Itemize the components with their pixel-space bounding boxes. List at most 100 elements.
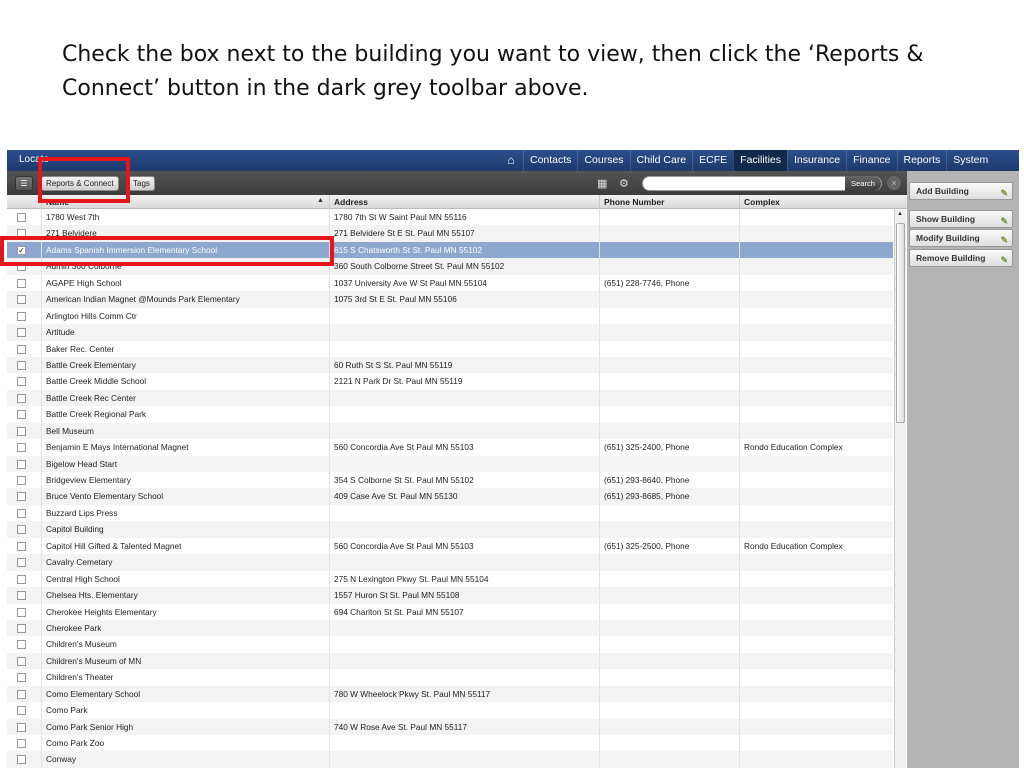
- table-row[interactable]: Como Park Senior High 740 W Rose Ave St. …: [7, 718, 893, 735]
- table-row[interactable]: Baker Rec. Center: [7, 340, 893, 357]
- row-checkbox[interactable]: [17, 591, 26, 601]
- table-row[interactable]: Cherokee Heights Elementary 694 Charlton …: [7, 603, 893, 620]
- vertical-scrollbar[interactable]: ▲: [894, 209, 906, 768]
- tags-button[interactable]: Tags: [128, 176, 155, 191]
- row-checkbox[interactable]: [17, 492, 26, 502]
- row-checkbox[interactable]: [17, 755, 26, 765]
- table-row[interactable]: Children's Museum of MN: [7, 652, 893, 670]
- menu-icon[interactable]: ☰: [15, 176, 33, 191]
- table-row[interactable]: 1780 West 7th 1780 7th St W Saint Paul MN…: [7, 209, 893, 226]
- cell-phone: [599, 373, 739, 390]
- modify-building-button[interactable]: Modify Building ✎: [909, 229, 1013, 247]
- row-checkbox[interactable]: [17, 574, 26, 584]
- table-row[interactable]: Como Park: [7, 702, 893, 719]
- cell-address: 694 Charlton St St. Paul MN 55107: [329, 603, 599, 620]
- column-phone[interactable]: Phone Number: [599, 195, 739, 209]
- row-checkbox[interactable]: [17, 656, 26, 666]
- row-checkbox[interactable]: [17, 311, 26, 321]
- nav-child-care[interactable]: Child Care: [629, 150, 693, 171]
- table-row[interactable]: American Indian Magnet @Mounds Park Elem…: [7, 291, 893, 308]
- add-building-button[interactable]: Add Building ✎: [909, 182, 1013, 200]
- table-row[interactable]: Chelsea Hts. Elementary 1557 Huron St St.…: [7, 587, 893, 604]
- search-input[interactable]: Search: [642, 176, 882, 191]
- cell-complex: [739, 669, 893, 686]
- row-checkbox[interactable]: [17, 640, 26, 650]
- table-row[interactable]: Bridgeview Elementary 354 S Colborne St S…: [7, 472, 893, 489]
- row-checkbox[interactable]: [17, 295, 26, 305]
- select-all-header[interactable]: [7, 195, 41, 209]
- table-row[interactable]: Artitude: [7, 324, 893, 341]
- scroll-up-icon[interactable]: ▲: [897, 211, 903, 217]
- table-row[interactable]: Conway: [7, 751, 893, 768]
- cell-complex: [739, 291, 893, 308]
- row-checkbox[interactable]: [17, 410, 26, 420]
- scrollbar-thumb[interactable]: [896, 223, 905, 423]
- column-complex[interactable]: Complex: [739, 195, 907, 209]
- cell-address: 2121 N Park Dr St. Paul MN 55119: [329, 373, 599, 390]
- row-checkbox[interactable]: [17, 508, 26, 518]
- row-checkbox[interactable]: [17, 459, 26, 469]
- nav-ecfe[interactable]: ECFE: [692, 150, 733, 171]
- row-checkbox[interactable]: [17, 558, 26, 568]
- column-address[interactable]: Address: [329, 195, 599, 209]
- table-row[interactable]: Battle Creek Elementary 60 Ruth St S St. …: [7, 356, 893, 374]
- table-row[interactable]: Capitol Hill Gifted & Talented Magnet 560…: [7, 537, 893, 555]
- row-checkbox[interactable]: [17, 443, 26, 453]
- home-icon[interactable]: ⌂: [501, 153, 521, 167]
- table-row[interactable]: Arlington Hills Comm Ctr: [7, 307, 893, 325]
- cell-complex: [739, 570, 893, 588]
- table-row[interactable]: Central High School 275 N Lexington Pkwy …: [7, 570, 893, 588]
- show-building-button[interactable]: Show Building ✎: [909, 210, 1013, 228]
- table-row[interactable]: Bigelow Head Start: [7, 455, 893, 472]
- columns-icon[interactable]: ▦: [597, 177, 607, 190]
- row-checkbox[interactable]: [17, 689, 26, 699]
- table-row[interactable]: Buzzard Lips Press: [7, 504, 893, 522]
- table-row[interactable]: AGAPE High School 1037 University Ave W S…: [7, 274, 893, 292]
- row-checkbox[interactable]: [17, 377, 26, 387]
- remove-building-button[interactable]: Remove Building ✎: [909, 249, 1013, 267]
- cell-phone: [599, 619, 739, 637]
- table-row[interactable]: Cavalry Cemetary: [7, 554, 893, 571]
- row-checkbox[interactable]: [17, 739, 26, 748]
- nav-system[interactable]: System: [946, 150, 994, 171]
- nav-courses[interactable]: Courses: [577, 150, 629, 171]
- nav-finance[interactable]: Finance: [846, 150, 896, 171]
- table-row[interactable]: Battle Creek Regional Park: [7, 406, 893, 423]
- row-checkbox[interactable]: [17, 213, 26, 222]
- table-row[interactable]: Cherokee Park: [7, 619, 893, 637]
- table-row[interactable]: Bell Museum: [7, 422, 893, 440]
- gear-icon[interactable]: ⚙: [619, 177, 629, 190]
- table-row[interactable]: Como Elementary School 780 W Wheelock Pkw…: [7, 685, 893, 703]
- row-checkbox[interactable]: [17, 278, 26, 288]
- nav-insurance[interactable]: Insurance: [787, 150, 846, 171]
- row-checkbox[interactable]: [17, 541, 26, 551]
- clear-icon[interactable]: ×: [887, 176, 901, 190]
- nav-reports[interactable]: Reports: [896, 150, 947, 171]
- row-checkbox[interactable]: [17, 525, 26, 535]
- row-checkbox[interactable]: [17, 426, 26, 436]
- table-row[interactable]: Battle Creek Middle School 2121 N Park Dr…: [7, 373, 893, 390]
- search-button[interactable]: Search: [845, 176, 881, 191]
- cell-complex: [739, 702, 893, 719]
- table-row[interactable]: Benjamin E Mays International Magnet 560 …: [7, 439, 893, 456]
- row-checkbox[interactable]: [17, 476, 26, 485]
- table-row[interactable]: Bruce Vento Elementary School 409 Case Av…: [7, 488, 893, 505]
- row-checkbox[interactable]: [17, 393, 26, 403]
- table-row[interactable]: Como Park Zoo: [7, 735, 893, 752]
- row-checkbox[interactable]: [17, 607, 26, 617]
- table-row[interactable]: Battle Creek Rec Center: [7, 389, 893, 407]
- row-checkbox[interactable]: [17, 360, 26, 370]
- table-row[interactable]: Children's Theater: [7, 669, 893, 686]
- row-checkbox[interactable]: [17, 623, 26, 633]
- nav-facilities[interactable]: Facilities: [733, 150, 788, 171]
- row-checkbox[interactable]: [17, 673, 26, 683]
- row-checkbox[interactable]: [17, 344, 26, 354]
- cell-phone: [599, 587, 739, 604]
- row-checkbox[interactable]: [17, 328, 26, 338]
- row-checkbox[interactable]: [17, 706, 26, 716]
- table-row[interactable]: Children's Museum: [7, 636, 893, 653]
- toolbar: ☰ Reports & Connect Tags ▦ ⚙ Search ×: [7, 171, 907, 195]
- table-row[interactable]: Capitol Building: [7, 521, 893, 538]
- nav-contacts[interactable]: Contacts: [523, 150, 577, 171]
- row-checkbox[interactable]: [17, 722, 26, 732]
